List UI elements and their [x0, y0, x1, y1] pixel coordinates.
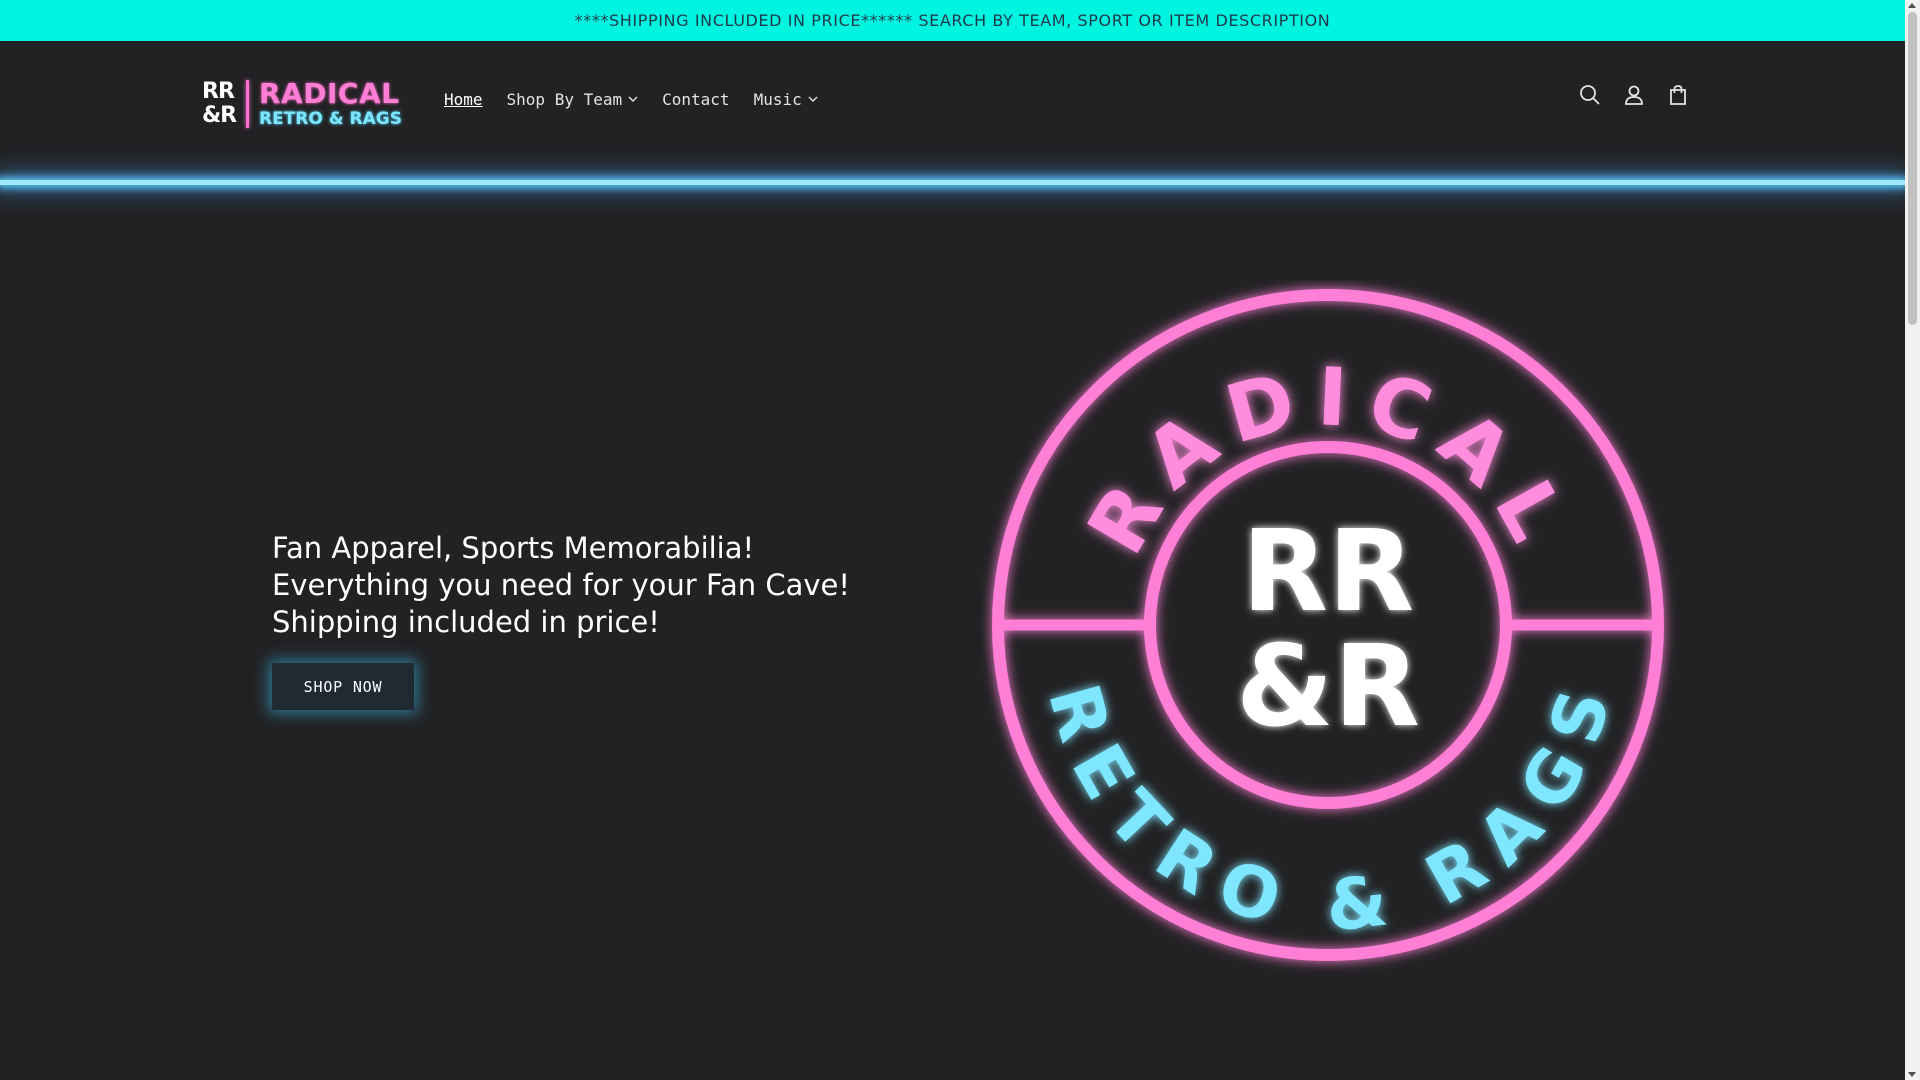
- scroll-down-arrow-icon[interactable]: [1908, 1072, 1916, 1077]
- neon-logo-badge: RADICAL RETRO & RAGS RR &R: [992, 289, 1664, 961]
- header-icons: [1578, 83, 1690, 107]
- search-icon[interactable]: [1578, 83, 1602, 107]
- shop-now-button[interactable]: SHOP NOW: [272, 663, 414, 710]
- announcement-bar: ****SHIPPING INCLUDED IN PRICE****** SEA…: [0, 0, 1905, 41]
- logo-word-radical: RADICAL: [259, 77, 400, 110]
- chevron-down-icon: [628, 96, 638, 102]
- nav-home-label: Home: [444, 89, 483, 109]
- scrollbar-thumb[interactable]: [1908, 12, 1917, 325]
- badge-center-monogram: RR &R: [1236, 507, 1420, 752]
- shop-now-label: SHOP NOW: [303, 677, 383, 696]
- neon-divider: [0, 180, 1905, 185]
- main-nav: Home Shop By Team Contact Music: [432, 41, 830, 157]
- account-icon[interactable]: [1622, 83, 1646, 107]
- logo-wordmark: RADICAL RETRO & RAGS: [259, 77, 402, 130]
- nav-shop-by-team-label: Shop By Team: [506, 89, 623, 109]
- hero-line-2: Everything you need for your Fan Cave!: [272, 568, 850, 602]
- announcement-text: ****SHIPPING INCLUDED IN PRICE****** SEA…: [574, 11, 1331, 30]
- chevron-down-icon: [808, 96, 818, 102]
- logo-divider: [246, 80, 249, 128]
- cart-icon[interactable]: [1666, 83, 1690, 107]
- logo-word-retro: RETRO & RAGS: [259, 109, 402, 129]
- nav-contact-label: Contact: [662, 89, 730, 109]
- hero-line-1: Fan Apparel, Sports Memorabilia!: [272, 531, 755, 565]
- hero-text: Fan Apparel, Sports Memorabilia! Everyth…: [272, 530, 912, 641]
- nav-shop-by-team[interactable]: Shop By Team: [495, 90, 651, 109]
- site-logo[interactable]: RR &R RADICAL RETRO & RAGS: [202, 75, 404, 133]
- nav-home[interactable]: Home: [432, 90, 495, 109]
- scroll-up-arrow-icon[interactable]: [1908, 3, 1916, 8]
- nav-music[interactable]: Music: [742, 90, 830, 109]
- hero-line-3: Shipping included in price!: [272, 605, 660, 639]
- logo-monogram-line1: RR: [202, 79, 235, 104]
- logo-monogram-line2: &R: [202, 103, 237, 128]
- logo-monogram: RR &R: [202, 80, 238, 128]
- badge-center-line1: RR: [1242, 507, 1414, 637]
- nav-music-label: Music: [753, 89, 802, 109]
- site-header: RR &R RADICAL RETRO & RAGS Home Shop By …: [0, 41, 1905, 181]
- nav-contact[interactable]: Contact: [650, 90, 741, 109]
- page-scrollbar[interactable]: [1905, 0, 1920, 1080]
- badge-center-line2: &R: [1236, 622, 1420, 752]
